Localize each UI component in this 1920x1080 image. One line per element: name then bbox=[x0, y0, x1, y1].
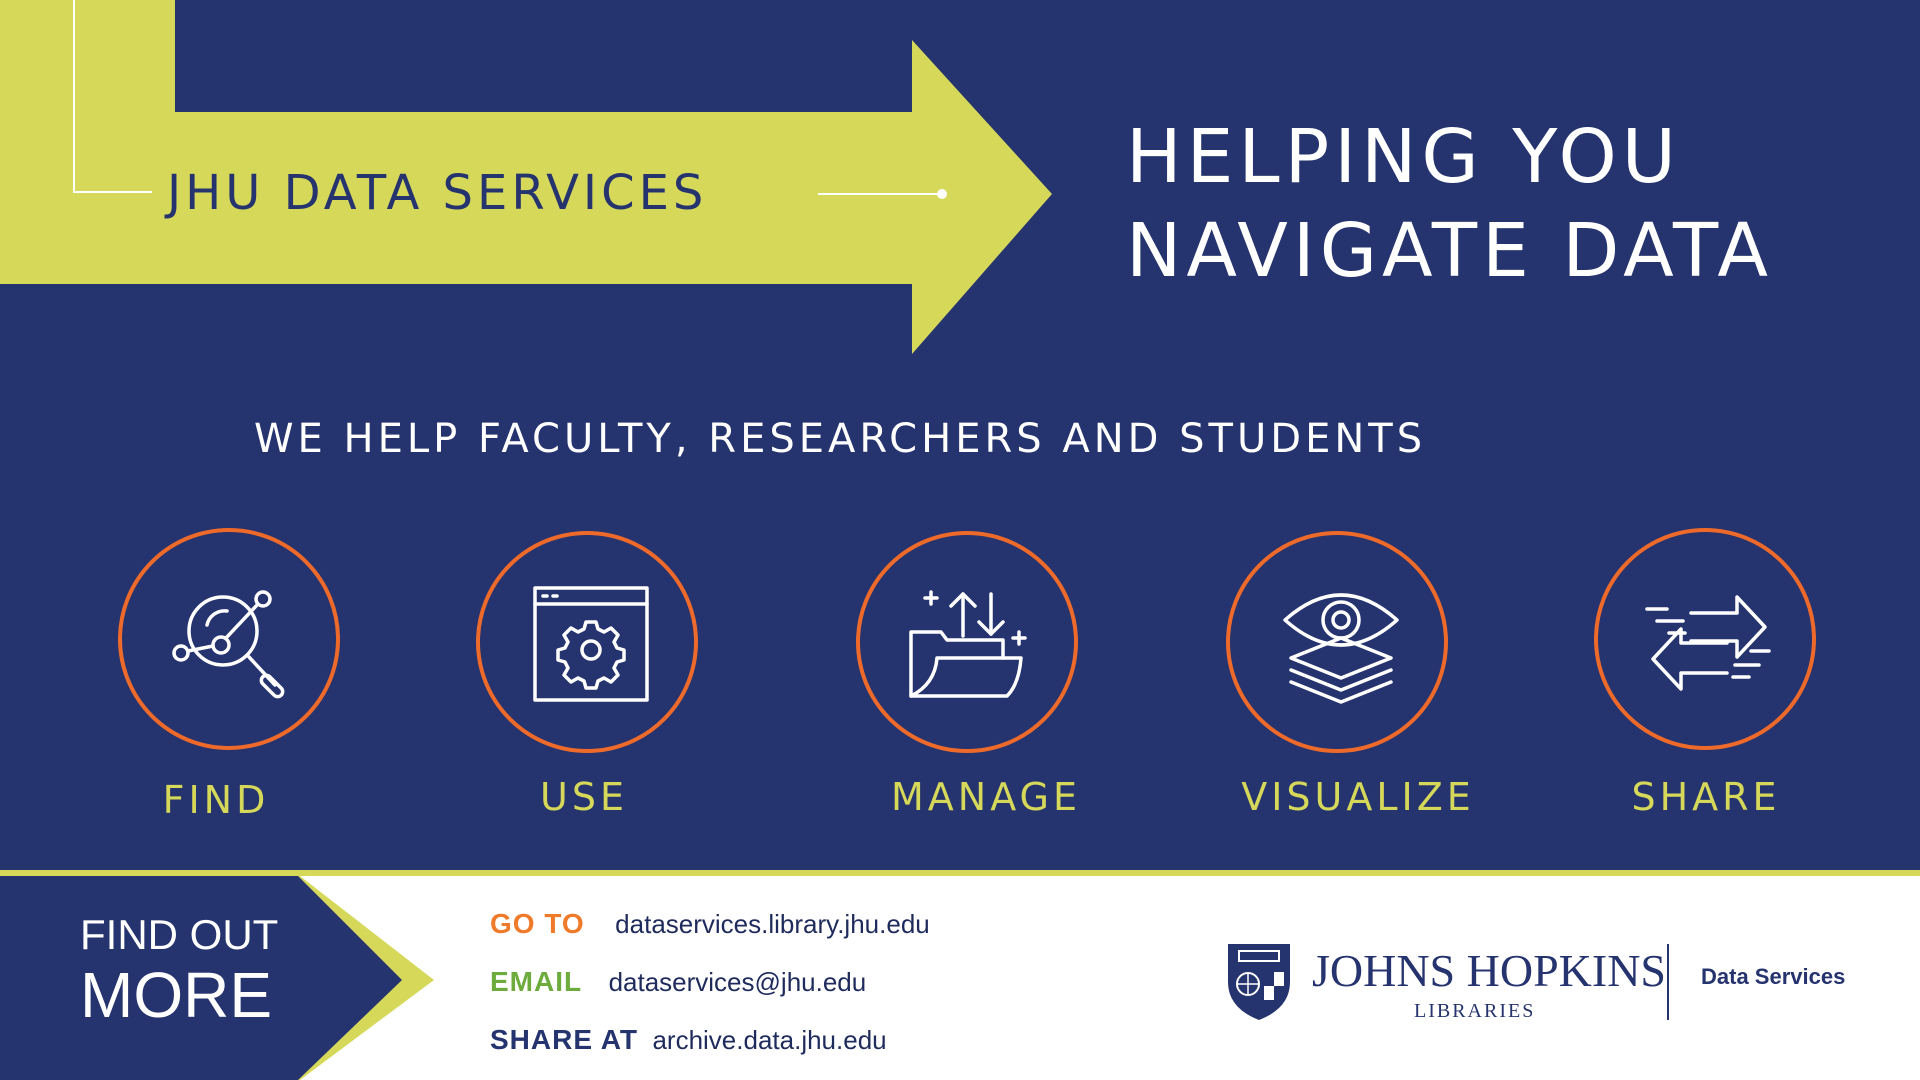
share-label: SHARE bbox=[1631, 775, 1781, 819]
logo-divider bbox=[1667, 944, 1669, 1020]
headline-line-2: NAVIGATE DATA bbox=[1126, 208, 1774, 294]
contact-key-email: EMAIL bbox=[490, 966, 583, 997]
logo-name: JOHNS HOPKINS bbox=[1312, 945, 1667, 996]
brand-title: JHU DATA SERVICES bbox=[167, 165, 708, 221]
eye-layers-icon bbox=[1283, 593, 1399, 704]
contact-key-share: SHARE AT bbox=[490, 1024, 638, 1055]
headline: HELPING YOU NAVIGATE DATA bbox=[1126, 110, 1773, 298]
contact-website: GO TO dataservices.library.jhu.edu bbox=[490, 908, 930, 940]
contact-key-goto: GO TO bbox=[490, 908, 585, 939]
use-label: USE bbox=[540, 775, 628, 819]
contact-archive: SHARE AT archive.data.jhu.edu bbox=[490, 1024, 887, 1056]
manage-circle bbox=[856, 531, 1078, 753]
exchange-arrows-icon bbox=[1645, 595, 1771, 691]
folder-transfer-icon bbox=[909, 590, 1027, 698]
headline-line-1: HELPING YOU bbox=[1126, 114, 1681, 200]
visualize-label: VISUALIZE bbox=[1241, 775, 1475, 819]
email-link[interactable]: dataservices@jhu.edu bbox=[609, 967, 867, 998]
manage-label: MANAGE bbox=[891, 775, 1081, 819]
find-out-line-1: FIND OUT bbox=[80, 911, 279, 958]
browser-gear-icon bbox=[533, 586, 649, 702]
website-link[interactable]: dataservices.library.jhu.edu bbox=[615, 909, 930, 940]
archive-link[interactable]: archive.data.jhu.edu bbox=[652, 1025, 886, 1056]
find-label: FIND bbox=[162, 778, 270, 822]
find-out-more: FIND OUT MORE bbox=[80, 911, 279, 1032]
jhu-shield-icon bbox=[1228, 944, 1290, 1020]
visualize-circle bbox=[1226, 531, 1448, 753]
audience-subhead: WE HELP FACULTY, RESEARCHERS AND STUDENT… bbox=[254, 416, 1427, 462]
use-circle bbox=[476, 531, 698, 753]
contact-email: EMAIL dataservices@jhu.edu bbox=[490, 966, 866, 998]
magnifier-network-icon bbox=[172, 590, 285, 699]
find-circle bbox=[118, 528, 340, 750]
logo-department: Data Services bbox=[1701, 964, 1846, 989]
share-circle bbox=[1594, 528, 1816, 750]
find-out-line-2: MORE bbox=[80, 959, 272, 1031]
poster: JHU DATA SERVICES HELPING YOU NAVIGATE D… bbox=[0, 0, 1920, 1080]
logo-sub: LIBRARIES bbox=[1414, 1000, 1536, 1022]
